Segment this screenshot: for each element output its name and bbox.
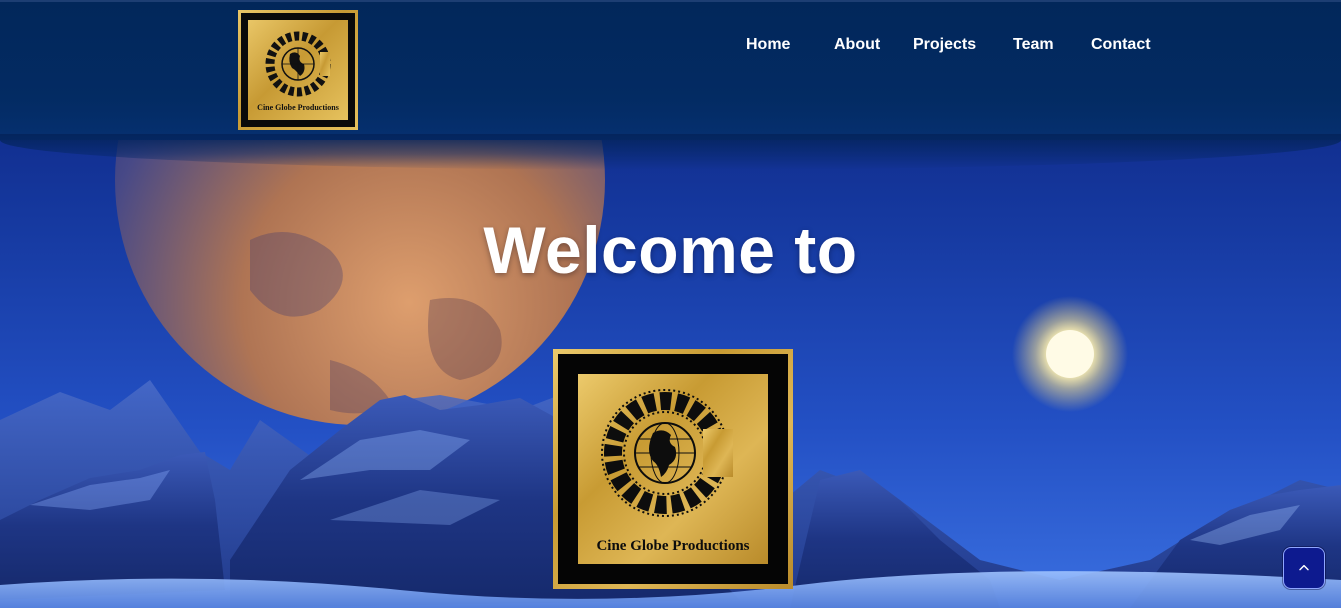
brand-logo-text: Cine Globe Productions [257, 103, 339, 112]
chevron-up-icon [1299, 564, 1309, 571]
nav-about[interactable]: About [834, 36, 880, 54]
nav-home[interactable]: Home [746, 36, 790, 54]
cine-globe-logo-icon: Cine Globe Productions [553, 349, 793, 589]
cine-globe-logo-icon: Cine Globe Productions [238, 10, 358, 130]
hero-title: Welcome to [483, 213, 858, 287]
site-header [0, 0, 1341, 140]
brand-logo-link[interactable]: Cine Globe Productions [238, 10, 358, 130]
scroll-to-top-button[interactable] [1283, 547, 1325, 589]
nav-projects[interactable]: Projects [913, 36, 976, 54]
nav-team[interactable]: Team [1013, 36, 1054, 54]
hero-logo: Cine Globe Productions [553, 349, 793, 589]
nav-contact[interactable]: Contact [1091, 36, 1151, 54]
page: Cine Globe Productions Home About Projec… [0, 0, 1341, 608]
hero-logo-text: Cine Globe Productions [596, 538, 749, 554]
